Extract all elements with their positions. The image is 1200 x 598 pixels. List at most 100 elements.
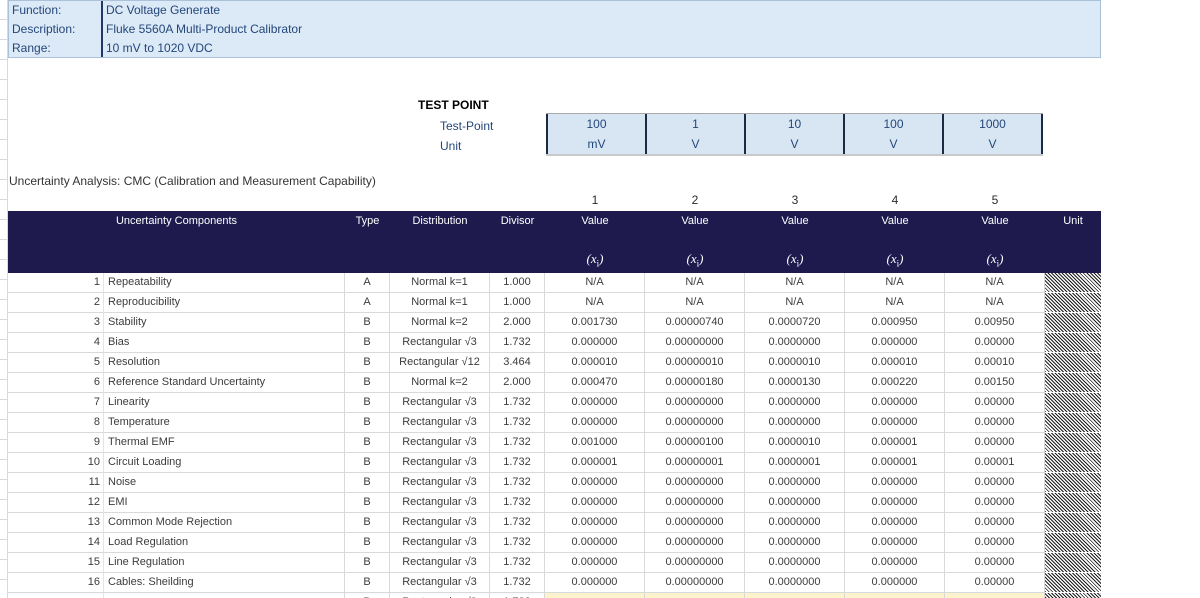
test-point-cell[interactable]: 1 V bbox=[645, 114, 744, 154]
value-cell-1[interactable]: 0.000000 bbox=[545, 553, 645, 573]
value-cell-5[interactable]: 0.00000 bbox=[945, 553, 1045, 573]
value-cell-2[interactable]: 0.00000000 bbox=[645, 553, 745, 573]
value-cell-1[interactable]: 0.000000 bbox=[545, 493, 645, 513]
value-cell-2[interactable]: 0.00000100 bbox=[645, 433, 745, 453]
row-number-cell[interactable]: 4 bbox=[8, 333, 104, 353]
divisor-cell[interactable]: 1.732 bbox=[490, 533, 545, 553]
divisor-cell[interactable]: 1.732 bbox=[490, 473, 545, 493]
test-point-cell[interactable]: 10 V bbox=[744, 114, 843, 154]
component-name-cell[interactable]: Reference Standard Uncertainty bbox=[104, 373, 345, 393]
value-cell-1[interactable]: N/A bbox=[545, 273, 645, 293]
value-cell-4[interactable]: 0.000000 bbox=[845, 533, 945, 553]
function-value-cell[interactable]: DC Voltage Generate bbox=[101, 1, 220, 20]
component-name-cell[interactable]: Noise bbox=[104, 473, 345, 493]
component-name-cell[interactable]: Linearity bbox=[104, 393, 345, 413]
distribution-cell[interactable]: Rectangular √3 bbox=[390, 593, 490, 598]
value-cell-1[interactable]: 0.000000 bbox=[545, 533, 645, 553]
value-cell-4[interactable] bbox=[845, 593, 945, 598]
row-number-cell[interactable]: 11 bbox=[8, 473, 104, 493]
test-point-unit[interactable]: mV bbox=[548, 134, 645, 154]
type-cell[interactable]: B bbox=[345, 313, 390, 333]
value-cell-1[interactable]: 0.000470 bbox=[545, 373, 645, 393]
component-name-cell[interactable]: Cables: Sheilding bbox=[104, 573, 345, 593]
type-cell[interactable]: B bbox=[345, 413, 390, 433]
value-cell-3[interactable]: 0.0000001 bbox=[745, 453, 845, 473]
value-cell-2[interactable]: 0.00000010 bbox=[645, 353, 745, 373]
component-name-cell[interactable]: EMI bbox=[104, 493, 345, 513]
value-cell-4[interactable]: N/A bbox=[845, 273, 945, 293]
value-cell-5[interactable] bbox=[945, 593, 1045, 598]
component-name-cell[interactable]: Resolution bbox=[104, 353, 345, 373]
value-cell-4[interactable]: N/A bbox=[845, 293, 945, 313]
value-cell-5[interactable]: 0.00000 bbox=[945, 413, 1045, 433]
distribution-cell[interactable]: Normal k=2 bbox=[390, 313, 490, 333]
component-name-cell[interactable]: Line Regulation bbox=[104, 553, 345, 573]
value-cell-1[interactable]: N/A bbox=[545, 293, 645, 313]
test-point-unit[interactable]: V bbox=[944, 134, 1041, 154]
type-cell[interactable]: B bbox=[345, 533, 390, 553]
value-cell-3[interactable]: N/A bbox=[745, 273, 845, 293]
value-cell-2[interactable]: N/A bbox=[645, 293, 745, 313]
value-cell-5[interactable]: 0.00000 bbox=[945, 573, 1045, 593]
value-cell-2[interactable]: 0.00000740 bbox=[645, 313, 745, 333]
value-cell-3[interactable]: 0.0000000 bbox=[745, 333, 845, 353]
value-cell-1[interactable]: 0.001730 bbox=[545, 313, 645, 333]
value-cell-4[interactable]: 0.000001 bbox=[845, 433, 945, 453]
value-cell-1[interactable]: 0.000000 bbox=[545, 513, 645, 533]
value-cell-5[interactable]: N/A bbox=[945, 293, 1045, 313]
distribution-cell[interactable]: Rectangular √12 bbox=[390, 353, 490, 373]
divisor-cell[interactable]: 3.464 bbox=[490, 353, 545, 373]
value-cell-2[interactable]: N/A bbox=[645, 273, 745, 293]
test-point-value[interactable]: 100 bbox=[845, 114, 942, 134]
type-cell[interactable]: B bbox=[345, 333, 390, 353]
divisor-cell[interactable]: 1.732 bbox=[490, 453, 545, 473]
component-name-cell[interactable]: Load Regulation bbox=[104, 533, 345, 553]
value-cell-3[interactable]: 0.0000010 bbox=[745, 433, 845, 453]
row-number-cell[interactable]: 1 bbox=[8, 273, 104, 293]
value-cell-5[interactable]: 0.00000 bbox=[945, 513, 1045, 533]
value-cell-2[interactable] bbox=[645, 593, 745, 598]
component-name-cell[interactable]: Thermal EMF bbox=[104, 433, 345, 453]
distribution-cell[interactable]: Rectangular √3 bbox=[390, 493, 490, 513]
type-cell[interactable]: A bbox=[345, 293, 390, 313]
component-name-cell[interactable]: Common Mode Rejection bbox=[104, 513, 345, 533]
divisor-cell[interactable]: 1.732 bbox=[490, 593, 545, 598]
row-number-cell[interactable]: 16 bbox=[8, 573, 104, 593]
description-value-cell[interactable]: Fluke 5560A Multi-Product Calibrator bbox=[101, 20, 302, 39]
component-name-cell[interactable]: Temperature bbox=[104, 413, 345, 433]
component-name-cell[interactable]: Stability bbox=[104, 313, 345, 333]
type-cell[interactable]: B bbox=[345, 493, 390, 513]
value-cell-1[interactable]: 0.000000 bbox=[545, 413, 645, 433]
value-cell-2[interactable]: 0.00000000 bbox=[645, 533, 745, 553]
divisor-cell[interactable]: 1.732 bbox=[490, 413, 545, 433]
value-cell-5[interactable]: 0.00000 bbox=[945, 473, 1045, 493]
component-name-cell[interactable]: Bias bbox=[104, 333, 345, 353]
value-cell-3[interactable]: 0.0000720 bbox=[745, 313, 845, 333]
type-cell[interactable]: B bbox=[345, 353, 390, 373]
test-point-cell[interactable]: 100 V bbox=[843, 114, 942, 154]
value-cell-5[interactable]: 0.00000 bbox=[945, 393, 1045, 413]
type-cell[interactable]: B bbox=[345, 553, 390, 573]
distribution-cell[interactable]: Rectangular √3 bbox=[390, 333, 490, 353]
distribution-cell[interactable]: Rectangular √3 bbox=[390, 533, 490, 553]
value-cell-3[interactable] bbox=[745, 593, 845, 598]
value-cell-1[interactable] bbox=[545, 593, 645, 598]
value-cell-2[interactable]: 0.00000001 bbox=[645, 453, 745, 473]
type-cell[interactable]: B bbox=[345, 513, 390, 533]
test-point-value[interactable]: 1 bbox=[647, 114, 744, 134]
test-point-unit[interactable]: V bbox=[845, 134, 942, 154]
distribution-cell[interactable]: Normal k=1 bbox=[390, 273, 490, 293]
test-point-cell[interactable]: 100 mV bbox=[546, 114, 645, 154]
divisor-cell[interactable]: 1.000 bbox=[490, 293, 545, 313]
type-cell[interactable]: B bbox=[345, 453, 390, 473]
value-cell-4[interactable]: 0.000000 bbox=[845, 393, 945, 413]
value-cell-2[interactable]: 0.00000000 bbox=[645, 393, 745, 413]
row-number-cell[interactable]: 14 bbox=[8, 533, 104, 553]
test-point-value[interactable]: 100 bbox=[548, 114, 645, 134]
value-cell-5[interactable]: 0.00000 bbox=[945, 333, 1045, 353]
row-number-cell[interactable] bbox=[8, 593, 104, 598]
type-cell[interactable]: B bbox=[345, 393, 390, 413]
test-point-value[interactable]: 1000 bbox=[944, 114, 1041, 134]
row-number-cell[interactable]: 5 bbox=[8, 353, 104, 373]
distribution-cell[interactable]: Normal k=1 bbox=[390, 293, 490, 313]
